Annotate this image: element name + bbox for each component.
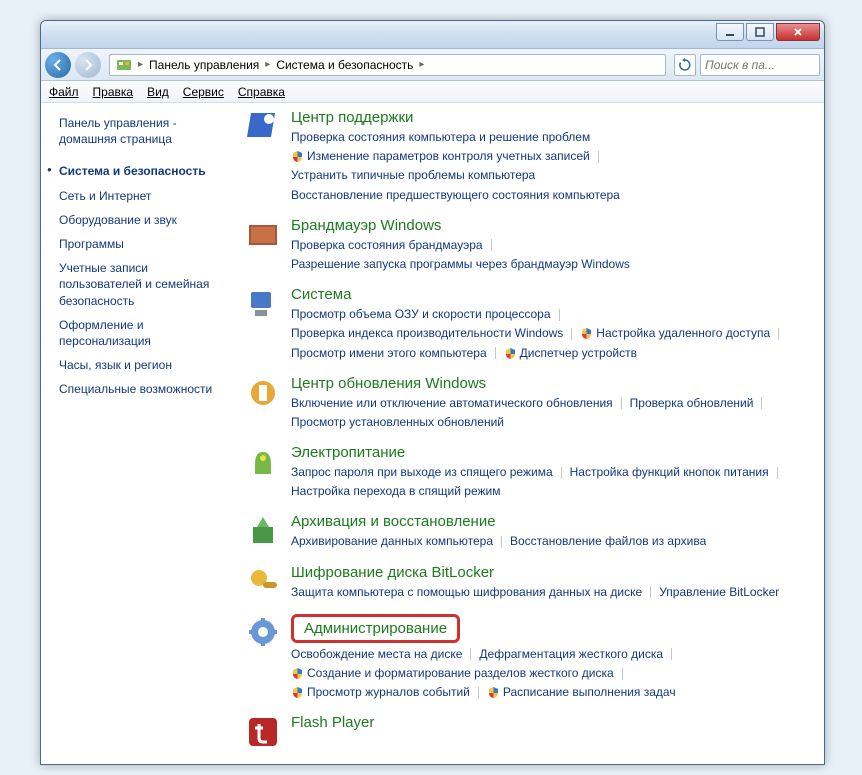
category-link[interactable]: Проверка состояния брандмауэра bbox=[291, 236, 500, 255]
category-icon bbox=[245, 714, 281, 750]
category-link[interactable]: Создание и форматирование разделов жестк… bbox=[291, 664, 631, 683]
category: Система Просмотр объема ОЗУ и скорости пр… bbox=[245, 286, 812, 363]
category-link[interactable]: Проверка состояния компьютера и решение … bbox=[291, 128, 590, 147]
category-link[interactable]: Восстановление предшествующего состояния… bbox=[291, 186, 620, 205]
category-link[interactable]: Просмотр объема ОЗУ и скорости процессор… bbox=[291, 305, 568, 324]
content: Центр поддержки Проверка состояния компью… bbox=[241, 103, 824, 764]
category-link[interactable]: Просмотр журналов событий bbox=[291, 683, 487, 702]
shield-icon bbox=[504, 347, 517, 360]
category-icon bbox=[245, 614, 281, 650]
sidebar-home[interactable]: Панель управления - домашняя страница bbox=[59, 115, 233, 147]
category-title[interactable]: Шифрование диска BitLocker bbox=[291, 564, 494, 581]
category-title[interactable]: Flash Player bbox=[291, 714, 374, 731]
category-link[interactable]: Проверка обновлений bbox=[630, 394, 771, 413]
category-link[interactable]: Защита компьютера с помощью шифрования д… bbox=[291, 583, 659, 602]
category-icon bbox=[245, 444, 281, 480]
category-icon bbox=[245, 564, 281, 600]
category: Flash Player bbox=[245, 714, 812, 750]
category-title[interactable]: Центр обновления Windows bbox=[291, 375, 486, 392]
category-icon bbox=[245, 513, 281, 549]
category: Электропитание Запрос пароля при выходе и… bbox=[245, 444, 812, 501]
body: Панель управления - домашняя страница Си… bbox=[41, 103, 824, 764]
category-link[interactable]: Изменение параметров контроля учетных за… bbox=[291, 147, 607, 166]
chevron-right-icon: ▸ bbox=[417, 59, 426, 70]
category-link[interactable]: Управление BitLocker bbox=[659, 583, 779, 602]
minimize-button[interactable] bbox=[716, 23, 744, 41]
category-link[interactable]: Настройка удаленного доступа bbox=[580, 324, 787, 343]
sidebar-item[interactable]: Сеть и Интернет bbox=[59, 184, 233, 208]
category-link[interactable]: Восстановление файлов из архива bbox=[510, 532, 706, 551]
refresh-button[interactable] bbox=[674, 54, 696, 76]
menu-view[interactable]: Вид bbox=[147, 85, 169, 99]
control-panel-icon bbox=[116, 57, 132, 73]
category-title[interactable]: Электропитание bbox=[291, 444, 405, 461]
sidebar-item[interactable]: Программы bbox=[59, 232, 233, 256]
category-icon bbox=[245, 109, 281, 145]
menu-help[interactable]: Справка bbox=[238, 85, 285, 99]
category-link[interactable]: Просмотр установленных обновлений bbox=[291, 413, 504, 432]
category-link[interactable]: Устранить типичные проблемы компьютера bbox=[291, 166, 535, 185]
sidebar: Панель управления - домашняя страница Си… bbox=[41, 103, 241, 764]
breadcrumb[interactable]: ▸ Панель управления ▸ Система и безопасн… bbox=[109, 54, 666, 76]
category-link[interactable]: Проверка индекса производительности Wind… bbox=[291, 324, 580, 343]
shield-icon bbox=[291, 667, 304, 680]
category-title[interactable]: Система bbox=[291, 286, 351, 303]
chevron-right-icon: ▸ bbox=[136, 59, 145, 70]
shield-icon bbox=[291, 686, 304, 699]
titlebar bbox=[41, 21, 824, 49]
category-link[interactable]: Расписание выполнения задач bbox=[487, 683, 676, 702]
category-link[interactable]: Просмотр имени этого компьютера bbox=[291, 344, 504, 363]
maximize-button[interactable] bbox=[746, 23, 774, 41]
shield-icon bbox=[291, 150, 304, 163]
category-link[interactable]: Разрешение запуска программы через бранд… bbox=[291, 255, 630, 274]
sidebar-item[interactable]: Специальные возможности bbox=[59, 377, 233, 401]
category-link[interactable]: Запрос пароля при выходе из спящего режи… bbox=[291, 463, 570, 482]
category: Центр поддержки Проверка состояния компью… bbox=[245, 109, 812, 205]
category-icon bbox=[245, 375, 281, 411]
forward-button[interactable] bbox=[75, 52, 101, 78]
category: Центр обновления Windows Включение или от… bbox=[245, 375, 812, 432]
shield-icon bbox=[580, 327, 593, 340]
category: Администрирование Освобождение места на д… bbox=[245, 614, 812, 703]
navbar: ▸ Панель управления ▸ Система и безопасн… bbox=[41, 49, 824, 81]
category: Брандмауэр Windows Проверка состояния бра… bbox=[245, 217, 812, 274]
category-link[interactable]: Освобождение места на диске bbox=[291, 645, 479, 664]
category-title[interactable]: Администрирование bbox=[291, 614, 460, 643]
search-input[interactable] bbox=[700, 54, 820, 76]
category-link[interactable]: Архивирование данных компьютера bbox=[291, 532, 510, 551]
menubar: Файл Правка Вид Сервис Справка bbox=[41, 81, 824, 103]
category-icon bbox=[245, 286, 281, 322]
category-title[interactable]: Брандмауэр Windows bbox=[291, 217, 441, 234]
category-link[interactable]: Дефрагментация жесткого диска bbox=[479, 645, 680, 664]
category-link[interactable]: Настройка перехода в спящий режим bbox=[291, 482, 500, 501]
chevron-right-icon: ▸ bbox=[263, 59, 272, 70]
sidebar-item[interactable]: Система и безопасность bbox=[59, 159, 233, 183]
breadcrumb-root[interactable]: Панель управления bbox=[145, 58, 263, 72]
category-link[interactable]: Диспетчер устройств bbox=[504, 344, 637, 363]
back-button[interactable] bbox=[45, 52, 71, 78]
category: Архивация и восстановление Архивирование … bbox=[245, 513, 812, 551]
close-button[interactable] bbox=[776, 23, 820, 41]
sidebar-item[interactable]: Оборудование и звук bbox=[59, 208, 233, 232]
menu-edit[interactable]: Правка bbox=[93, 85, 134, 99]
category-icon bbox=[245, 217, 281, 253]
sidebar-item[interactable]: Часы, язык и регион bbox=[59, 353, 233, 377]
category-link[interactable]: Включение или отключение автоматического… bbox=[291, 394, 630, 413]
shield-icon bbox=[487, 686, 500, 699]
category-title[interactable]: Центр поддержки bbox=[291, 109, 413, 126]
menu-tools[interactable]: Сервис bbox=[183, 85, 224, 99]
sidebar-item[interactable]: Учетные записи пользователей и семейная … bbox=[59, 256, 233, 313]
window: ▸ Панель управления ▸ Система и безопасн… bbox=[40, 20, 825, 765]
category: Шифрование диска BitLocker Защита компьют… bbox=[245, 564, 812, 602]
category-link[interactable]: Настройка функций кнопок питания bbox=[570, 463, 786, 482]
breadcrumb-current[interactable]: Система и безопасность bbox=[272, 58, 417, 72]
sidebar-item[interactable]: Оформление и персонализация bbox=[59, 313, 233, 353]
category-title[interactable]: Архивация и восстановление bbox=[291, 513, 496, 530]
menu-file[interactable]: Файл bbox=[49, 85, 79, 99]
